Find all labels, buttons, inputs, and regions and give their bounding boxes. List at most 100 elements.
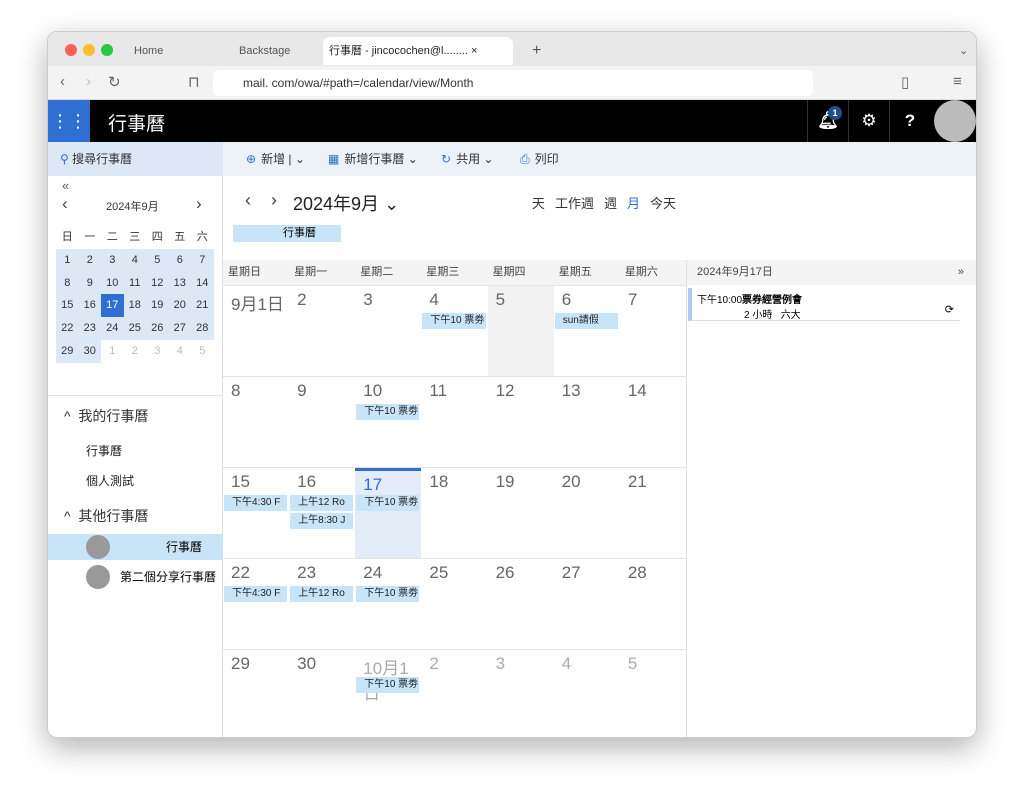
mini-day[interactable]: 23 bbox=[78, 317, 101, 340]
mini-day[interactable]: 10 bbox=[101, 271, 124, 295]
view-0[interactable]: 天 bbox=[532, 196, 545, 211]
event-chip[interactable]: 下午10 票劵 bbox=[422, 313, 486, 329]
mini-day[interactable]: 9 bbox=[78, 271, 101, 295]
day-cell[interactable]: 20 bbox=[554, 468, 620, 558]
day-cell[interactable]: 28 bbox=[620, 559, 686, 649]
mini-day[interactable]: 2 bbox=[78, 248, 101, 272]
day-cell[interactable]: 11 bbox=[421, 377, 487, 467]
mini-day[interactable]: 5 bbox=[191, 340, 214, 363]
view-1[interactable]: 工作週 bbox=[555, 196, 594, 211]
view-3[interactable]: 月 bbox=[627, 196, 640, 211]
day-cell[interactable]: 8 bbox=[223, 377, 289, 467]
day-cell[interactable]: 22 下午4:30 F bbox=[223, 559, 289, 649]
day-cell[interactable]: 3 bbox=[488, 650, 554, 737]
mini-day[interactable]: 6 bbox=[168, 248, 191, 272]
mini-next-month-button[interactable]: › bbox=[196, 194, 202, 214]
mini-day[interactable]: 29 bbox=[56, 339, 79, 363]
mini-day[interactable]: 3 bbox=[101, 248, 124, 272]
tab-list-chevron-icon[interactable]: ⌄ bbox=[953, 37, 968, 65]
mini-day[interactable]: 15 bbox=[56, 294, 79, 318]
day-cell[interactable]: 13 bbox=[554, 377, 620, 467]
expand-pane-button[interactable]: » bbox=[958, 260, 964, 285]
day-cell[interactable]: 19 bbox=[488, 468, 554, 558]
app-launcher-icon[interactable]: ⋮⋮ bbox=[48, 100, 90, 142]
day-cell[interactable]: 3 bbox=[355, 286, 421, 376]
mini-day[interactable]: 8 bbox=[56, 271, 79, 295]
bookmark-icon[interactable]: ⊓ bbox=[188, 73, 200, 91]
day-cell[interactable]: 5 bbox=[487, 286, 554, 376]
event-chip[interactable]: 上午12 Ro bbox=[290, 495, 354, 511]
day-cell[interactable]: 9月1日 bbox=[223, 286, 289, 376]
other-calendars-group[interactable]: ^ 其他行事曆 bbox=[64, 506, 148, 526]
calendar-item[interactable]: 行事曆 bbox=[86, 442, 122, 459]
day-cell[interactable]: 14 bbox=[620, 377, 686, 467]
day-cell[interactable]: 9 bbox=[289, 377, 355, 467]
view-2[interactable]: 週 bbox=[604, 196, 617, 211]
sidebar-toggle-icon[interactable]: ▯ bbox=[901, 73, 909, 91]
menu-icon[interactable]: ≡ bbox=[953, 73, 962, 90]
mini-day[interactable]: 25 bbox=[123, 317, 146, 340]
day-cell[interactable]: 26 bbox=[488, 559, 554, 649]
view-4[interactable]: 今天 bbox=[650, 196, 676, 211]
day-cell[interactable]: 27 bbox=[554, 559, 620, 649]
day-cell[interactable]: 23 上午12 Ro bbox=[289, 559, 355, 649]
mini-day[interactable]: 22 bbox=[56, 317, 79, 340]
day-cell[interactable]: 10 下午10 票劵 bbox=[355, 377, 421, 467]
event-chip[interactable]: 下午4:30 F bbox=[224, 495, 288, 511]
day-cell[interactable]: 16 上午12 Ro 上午8:30 J bbox=[289, 468, 355, 558]
print-button[interactable]: ⎙ 列印 bbox=[520, 142, 559, 176]
mini-day[interactable]: 19 bbox=[146, 294, 169, 318]
mini-day[interactable]: 3 bbox=[146, 340, 169, 363]
event-chip[interactable]: 下午4:30 F bbox=[224, 586, 288, 602]
mini-day[interactable]: 1 bbox=[101, 340, 124, 363]
mini-day[interactable]: 11 bbox=[123, 271, 146, 295]
day-cell[interactable]: 12 bbox=[488, 377, 554, 467]
day-cell[interactable]: 30 bbox=[289, 650, 355, 737]
event-chip[interactable]: 下午10 票劵 bbox=[356, 404, 420, 420]
share-button[interactable]: ↻ 共用 ⌄ bbox=[441, 142, 493, 176]
next-month-button[interactable]: › bbox=[271, 190, 277, 211]
mini-day[interactable]: 27 bbox=[168, 317, 191, 340]
mini-day[interactable]: 21 bbox=[191, 294, 214, 318]
day-cell[interactable]: 7 bbox=[620, 286, 686, 376]
settings-gear-icon[interactable]: ⚙ bbox=[848, 100, 889, 142]
tab-calendar[interactable]: 行事曆 - jincocochen@l........ × bbox=[323, 37, 513, 65]
day-cell[interactable]: 2 bbox=[289, 286, 355, 376]
mini-day[interactable]: 7 bbox=[191, 248, 214, 272]
mini-day[interactable]: 4 bbox=[123, 248, 146, 272]
day-cell[interactable]: 17 下午10 票劵 bbox=[355, 468, 422, 558]
new-tab-button[interactable]: + bbox=[526, 37, 541, 65]
calendar-item[interactable]: 個人測試 bbox=[86, 472, 134, 489]
month-picker[interactable]: 2024年9月 ⌄ bbox=[293, 190, 399, 216]
close-window-button[interactable] bbox=[65, 44, 77, 56]
agenda-event[interactable]: 下午10:00票券經營例會 2 小時 六大 ⟳ bbox=[688, 288, 960, 321]
help-icon[interactable]: ? bbox=[889, 100, 930, 142]
reload-icon[interactable]: ↻ bbox=[108, 73, 121, 91]
close-tab-icon[interactable]: × bbox=[471, 45, 477, 57]
prev-month-button[interactable]: ‹ bbox=[245, 190, 251, 211]
mini-day[interactable]: 30 bbox=[78, 339, 101, 363]
mini-day[interactable]: 26 bbox=[146, 317, 169, 340]
maximize-window-button[interactable] bbox=[101, 44, 113, 56]
mini-day[interactable]: 17 bbox=[101, 294, 124, 318]
mini-day[interactable]: 5 bbox=[146, 248, 169, 272]
mini-day[interactable]: 1 bbox=[56, 248, 79, 272]
new-button[interactable]: ⊕ 新增 | ⌄ bbox=[246, 142, 305, 176]
mini-day[interactable]: 2 bbox=[124, 340, 147, 363]
day-cell[interactable]: 10月1日 下午10 票劵 bbox=[355, 650, 421, 737]
mini-day[interactable]: 12 bbox=[146, 271, 169, 295]
mini-day[interactable]: 16 bbox=[78, 294, 101, 318]
mini-day[interactable]: 14 bbox=[191, 271, 214, 295]
event-chip[interactable]: 下午10 票劵 bbox=[356, 677, 420, 693]
day-cell[interactable]: 25 bbox=[421, 559, 487, 649]
mini-day[interactable]: 20 bbox=[168, 294, 191, 318]
minimize-window-button[interactable] bbox=[83, 44, 95, 56]
event-chip[interactable]: 下午10 票劵 bbox=[356, 495, 420, 511]
mini-day[interactable]: 24 bbox=[101, 317, 124, 340]
notifications-button[interactable]: 🔔︎ 1 bbox=[807, 100, 848, 142]
new-calendar-button[interactable]: ▦ 新增行事曆 ⌄ bbox=[328, 142, 418, 176]
day-cell[interactable]: 5 bbox=[620, 650, 686, 737]
event-chip[interactable]: 上午12 Ro bbox=[290, 586, 354, 602]
day-cell[interactable]: 18 bbox=[421, 468, 487, 558]
shared-calendar-item[interactable]: 第二個分享行事曆 bbox=[48, 564, 223, 590]
